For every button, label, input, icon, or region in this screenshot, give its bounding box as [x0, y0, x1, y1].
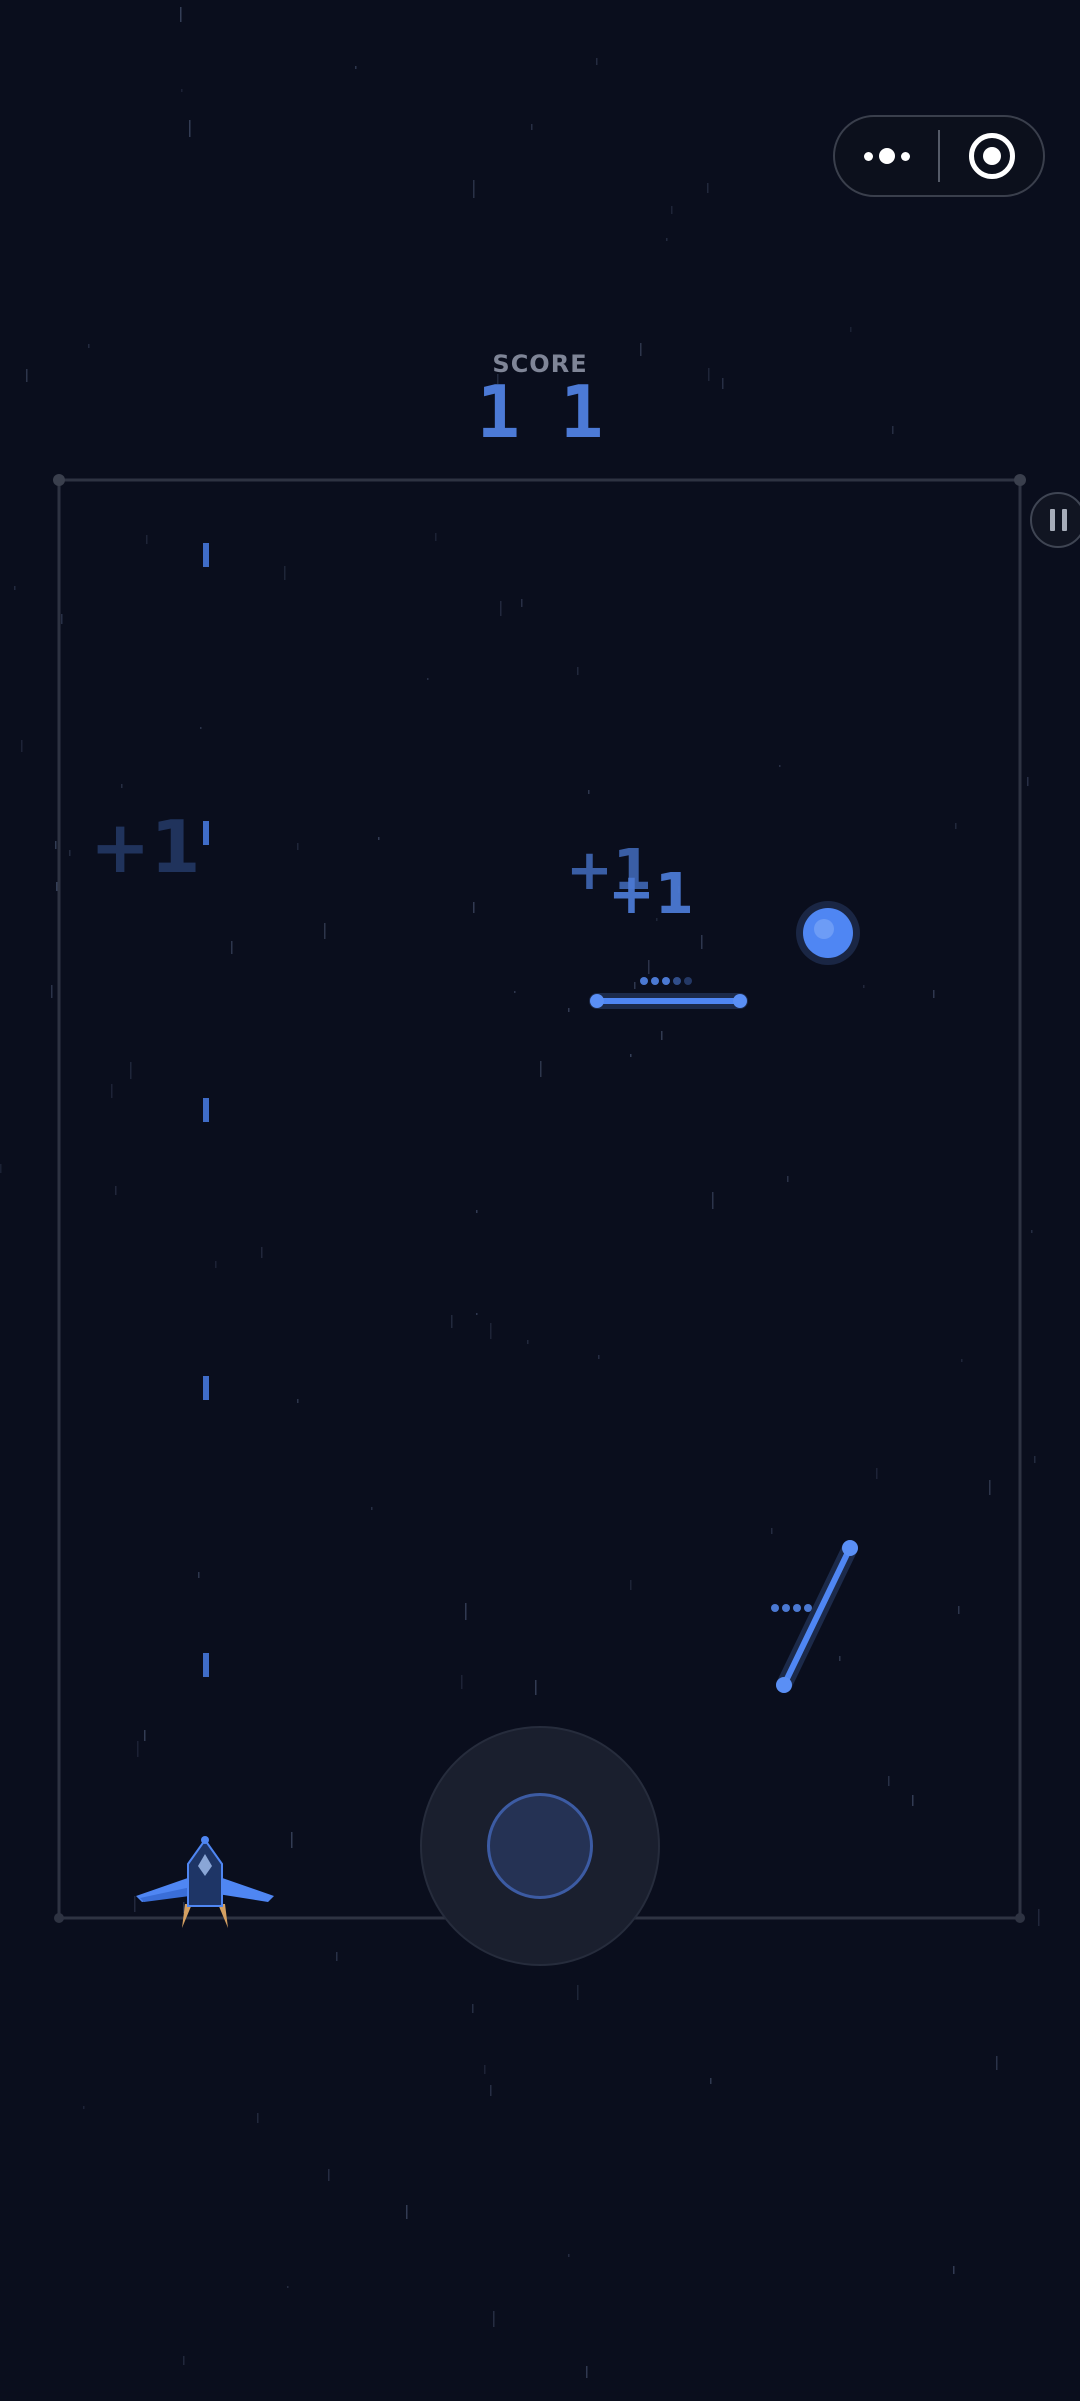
diagonal-laser-paddle [771, 1540, 858, 1693]
glowing-blue-orb [796, 901, 860, 965]
pause-icon[interactable] [1030, 492, 1080, 548]
target-ring-icon[interactable] [940, 117, 1043, 195]
game-stage[interactable]: SCORE 11 +1 +1 +1 [0, 0, 1080, 2401]
more-dots-icon[interactable] [835, 117, 938, 195]
score-value: 11 [476, 370, 644, 454]
joystick-knob[interactable] [487, 1793, 593, 1899]
score-popup: +1 [608, 862, 694, 927]
horizontal-laser-paddle [589, 977, 748, 1009]
lane-markers [203, 543, 209, 1677]
blue-jet-fighter [136, 1836, 274, 1928]
score-popup: +1 [90, 805, 201, 889]
mini-program-capsule [833, 115, 1045, 197]
